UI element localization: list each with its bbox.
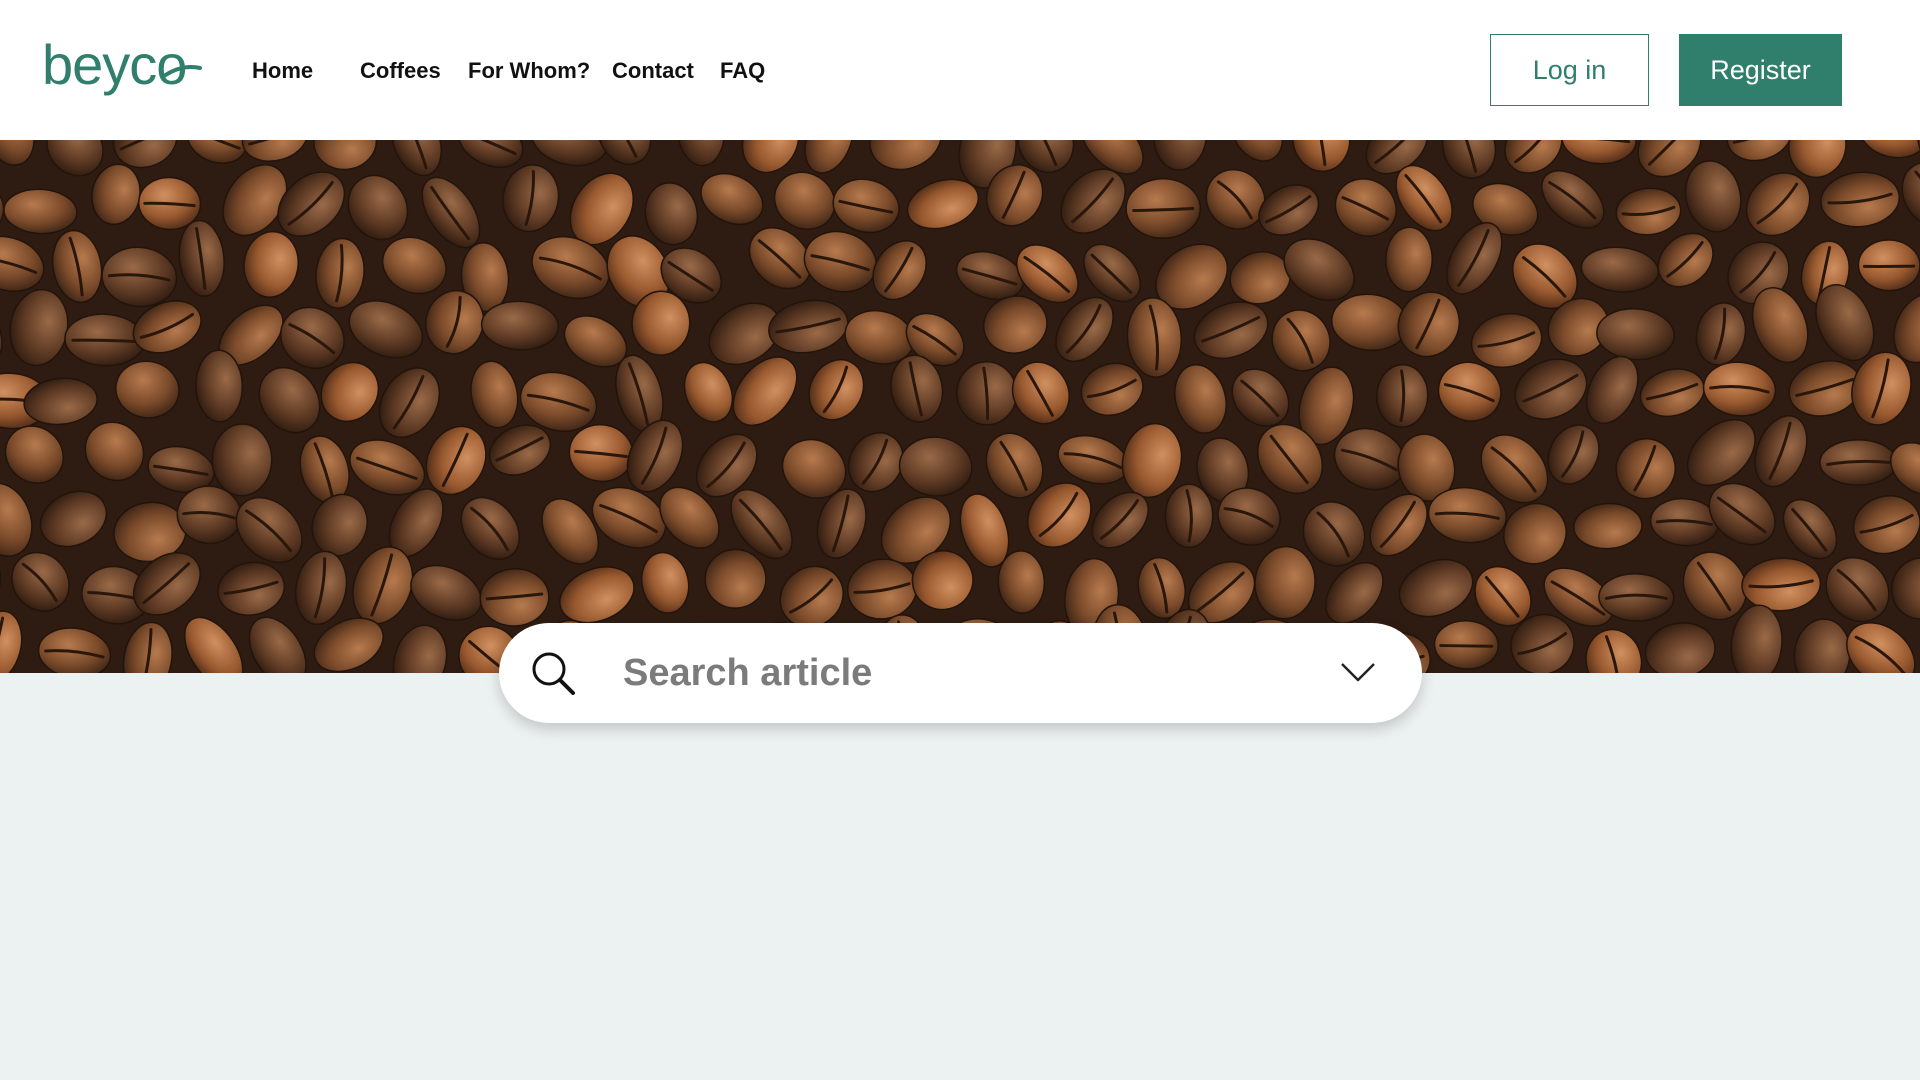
nav-faq[interactable]: FAQ xyxy=(720,56,765,86)
content-area xyxy=(0,673,1920,1080)
coffee-bean xyxy=(195,349,244,423)
coffee-beans-illustration xyxy=(0,140,1920,673)
coffee-bean xyxy=(1819,439,1898,486)
search-icon[interactable] xyxy=(529,649,577,697)
login-button[interactable]: Log in xyxy=(1490,34,1649,106)
coffee-bean xyxy=(704,548,767,609)
search-input[interactable] xyxy=(619,643,1299,703)
nav-coffees[interactable]: Coffees xyxy=(360,56,441,86)
search-bar xyxy=(499,623,1422,723)
chevron-down-icon[interactable] xyxy=(1340,659,1376,685)
register-button[interactable]: Register xyxy=(1679,34,1842,106)
coffee-bean xyxy=(1164,483,1214,549)
nav-contact[interactable]: Contact xyxy=(612,56,694,86)
svg-text:beyco: beyco xyxy=(42,33,186,96)
coffee-bean xyxy=(1385,226,1433,293)
hero-coffee-beans-image xyxy=(0,140,1920,673)
beyco-logo-mark: beyco xyxy=(42,33,202,96)
beyco-logo[interactable]: beyco xyxy=(42,28,202,108)
nav-home[interactable]: Home xyxy=(252,56,313,86)
coffee-bean xyxy=(1125,177,1202,240)
nav-for-whom[interactable]: For Whom? xyxy=(468,56,590,86)
coffee-bean xyxy=(211,423,273,497)
site-header: beyco Home Coffees For Whom? Contact FAQ… xyxy=(0,0,1920,140)
